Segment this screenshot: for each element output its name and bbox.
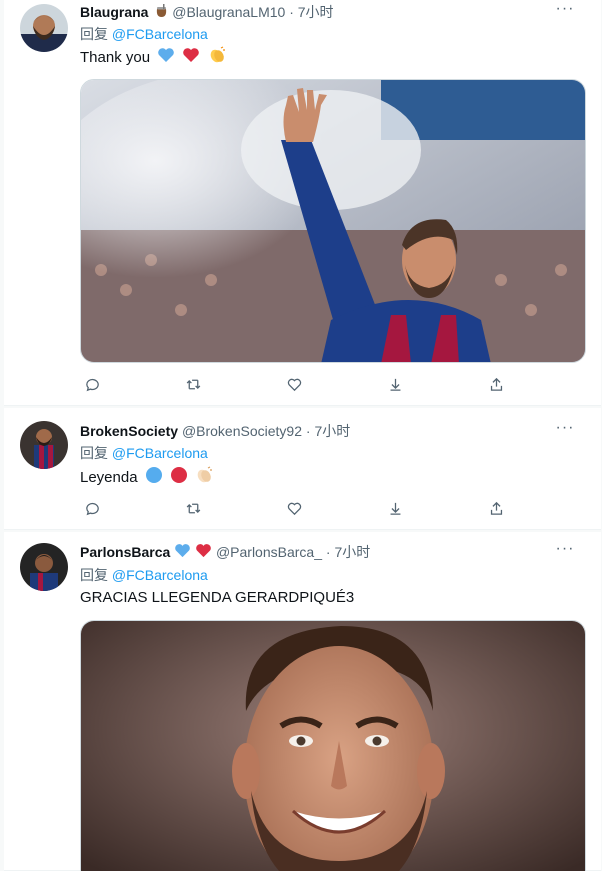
player-waving-photo [81, 80, 585, 362]
tweet-text: Thank you [80, 48, 151, 66]
tweet-header: Blaugrana @BlaugranaLM10 · 7小时 ··· [80, 0, 589, 23]
tweet-text: Leyenda [80, 468, 138, 486]
mention-link[interactable]: @FCBarcelona [112, 26, 208, 42]
display-name[interactable]: Blaugrana [80, 4, 148, 20]
tweet-text: GRACIAS LLEGENDA GERARDPIQUÉ3 [80, 589, 355, 606]
timestamp[interactable]: 7小时 [314, 423, 350, 439]
player-portrait-photo [81, 621, 585, 871]
user-handle[interactable]: @BrokenSociety92 [182, 423, 302, 439]
separator-dot: · [325, 544, 331, 560]
user-handle[interactable]: @BlaugranaLM10 [172, 4, 285, 20]
tweet-actions [74, 496, 514, 520]
mention-link[interactable]: @FCBarcelona [112, 445, 208, 461]
timestamp[interactable]: 7小时 [334, 544, 370, 560]
clapping-hands-icon [195, 466, 213, 490]
reply-prefix: 回复 [80, 445, 108, 461]
timestamp[interactable]: 7小时 [298, 4, 334, 20]
mate-cup-icon [155, 3, 168, 23]
separator-dot: · [289, 4, 294, 20]
like-icon[interactable] [282, 496, 306, 520]
red-circle-icon [170, 466, 188, 490]
reply-prefix: 回复 [80, 567, 108, 583]
tweet-header: BrokenSociety @BrokenSociety92 · 7小时 ··· [80, 419, 589, 441]
avatar-image [20, 421, 68, 469]
separator-dot: · [305, 423, 311, 439]
avatar[interactable] [20, 543, 68, 591]
tweet-text-row: GRACIAS LLEGENDA GERARDPIQUÉ3 [80, 588, 354, 608]
retweet-icon[interactable] [181, 372, 205, 396]
retweet-icon[interactable] [181, 496, 205, 520]
avatar[interactable] [20, 421, 68, 469]
more-options-icon[interactable]: ··· [551, 419, 579, 441]
blue-circle-icon [145, 466, 163, 490]
like-icon[interactable] [282, 372, 306, 396]
user-handle[interactable]: @ParlonsBarca_ [216, 544, 322, 560]
avatar-image [20, 543, 68, 591]
tweet[interactable]: ParlonsBarca @ParlonsBarca_ · 7小时 ··· 回复… [4, 532, 601, 871]
tweet[interactable]: Blaugrana @BlaugranaLM10 · 7小时 ··· 回复 @F… [4, 0, 601, 406]
red-heart-icon [195, 543, 212, 563]
red-heart-icon [182, 47, 200, 69]
clapping-hands-icon [208, 46, 226, 70]
tweet-text-row: Thank you [80, 46, 226, 70]
download-icon[interactable] [383, 496, 407, 520]
download-icon[interactable] [383, 372, 407, 396]
share-icon[interactable] [484, 372, 508, 396]
avatar-image [20, 4, 68, 52]
avatar[interactable] [20, 4, 68, 52]
reply-icon[interactable] [80, 496, 104, 520]
reply-prefix: 回复 [80, 26, 108, 42]
tweet-photo[interactable] [80, 620, 586, 871]
blue-heart-icon [174, 543, 191, 563]
tweet-photo[interactable] [80, 79, 586, 363]
reply-context: 回复 @FCBarcelona [80, 443, 208, 463]
reply-feed: Blaugrana @BlaugranaLM10 · 7小时 ··· 回复 @F… [0, 0, 602, 871]
tweet-actions [74, 372, 514, 396]
tweet-text-row: Leyenda [80, 466, 213, 490]
reply-context: 回复 @FCBarcelona [80, 24, 208, 44]
more-options-icon[interactable]: ··· [551, 540, 579, 562]
blue-heart-icon [157, 47, 175, 69]
reply-icon[interactable] [80, 372, 104, 396]
tweet-header: ParlonsBarca @ParlonsBarca_ · 7小时 ··· [80, 540, 589, 563]
share-icon[interactable] [484, 496, 508, 520]
display-name[interactable]: BrokenSociety [80, 423, 178, 439]
mention-link[interactable]: @FCBarcelona [112, 567, 208, 583]
tweet[interactable]: BrokenSociety @BrokenSociety92 · 7小时 ···… [4, 408, 601, 530]
more-options-icon[interactable]: ··· [551, 0, 579, 22]
display-name[interactable]: ParlonsBarca [80, 544, 170, 560]
reply-context: 回复 @FCBarcelona [80, 565, 208, 585]
